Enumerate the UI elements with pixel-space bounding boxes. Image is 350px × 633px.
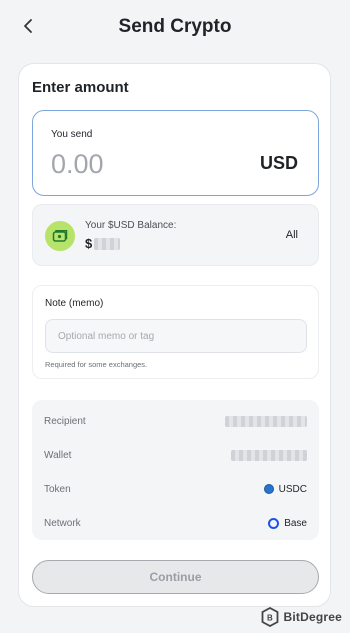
token-value: USDC	[263, 483, 307, 495]
bitdegree-watermark: B BitDegree	[261, 606, 342, 628]
balance-currency-symbol: $	[85, 236, 93, 251]
memo-section: Note (memo) Required for some exchanges.	[32, 285, 319, 379]
balance-label: Your $USD Balance:	[85, 220, 177, 231]
wallet-value	[231, 449, 307, 461]
recipient-label: Recipient	[44, 415, 86, 427]
detail-row-token: Token USDC	[32, 479, 319, 499]
wallet-icon	[45, 221, 75, 251]
bitdegree-logo-icon: B	[261, 607, 278, 627]
balance-box: Your $USD Balance: $ All	[32, 204, 319, 266]
svg-text:B: B	[267, 614, 273, 623]
token-name: USDC	[278, 483, 307, 495]
amount-input-box[interactable]: You send 0.00 USD	[32, 110, 319, 196]
balance-value: $	[85, 236, 121, 251]
memo-input[interactable]	[45, 319, 307, 353]
card-title: Enter amount	[32, 79, 129, 96]
page-title: Send Crypto	[118, 16, 232, 37]
network-label: Network	[44, 517, 81, 529]
wallet-label: Wallet	[44, 449, 72, 461]
wallet-redacted	[231, 449, 307, 461]
memo-label: Note (memo)	[45, 298, 104, 309]
detail-row-network: Network Base	[32, 513, 319, 533]
base-icon	[268, 517, 280, 529]
balance-redacted	[94, 237, 121, 250]
watermark-text: BitDegree	[283, 610, 342, 624]
all-button[interactable]: All	[286, 229, 298, 241]
usdc-icon	[263, 484, 274, 494]
network-name: Base	[284, 517, 307, 529]
continue-button[interactable]: Continue	[32, 560, 319, 594]
amount-input[interactable]: 0.00	[51, 149, 104, 180]
memo-help-text: Required for some exchanges.	[45, 360, 148, 369]
you-send-label: You send	[51, 129, 93, 140]
detail-row-wallet: Wallet	[32, 445, 319, 465]
header: Send Crypto	[0, 0, 350, 56]
recipient-value	[225, 415, 307, 427]
send-card: Enter amount You send 0.00 USD Your $USD…	[18, 63, 331, 607]
transfer-details: Recipient Wallet Token USDC Network Base	[32, 400, 319, 540]
currency-label: USD	[259, 153, 298, 173]
network-value: Base	[268, 517, 307, 529]
token-label: Token	[44, 483, 71, 495]
recipient-redacted	[225, 415, 307, 427]
detail-row-recipient: Recipient	[32, 411, 319, 431]
